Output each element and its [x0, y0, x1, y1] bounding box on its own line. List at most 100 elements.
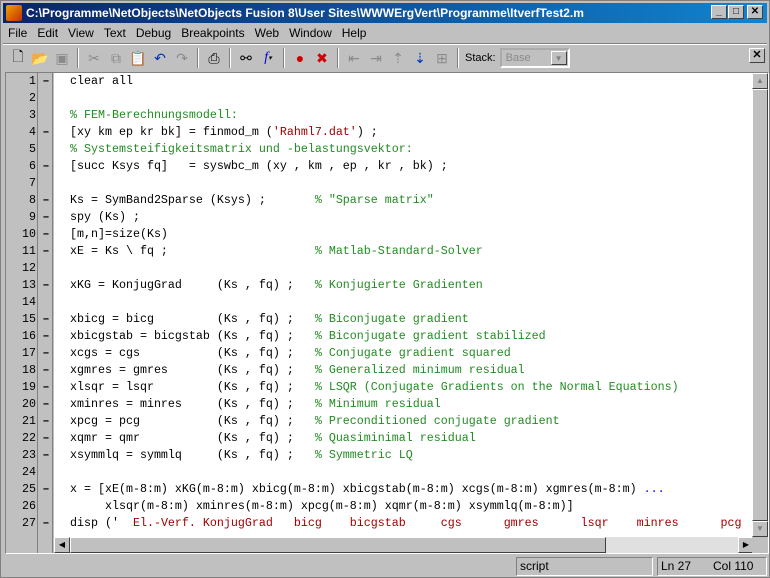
code-text: [xy km ep kr bk] = finmod_m ('Rahml7.dat…: [70, 124, 378, 141]
code-line[interactable]: 16– xbicgstab = bicgstab (Ks , fq) ; % Bi…: [6, 328, 752, 345]
print-icon[interactable]: ⎙: [203, 47, 225, 69]
code-line[interactable]: 19– xlsqr = lsqr (Ks , fq) ; % LSQR (Conj…: [6, 379, 752, 396]
breakpoint-marker[interactable]: –: [40, 243, 52, 260]
exit-debug-icon[interactable]: ⊞: [431, 47, 453, 69]
step-out-icon[interactable]: ⇡: [387, 47, 409, 69]
code-line[interactable]: 15– xbicg = bicg (Ks , fq) ; % Biconjugat…: [6, 311, 752, 328]
new-file-icon[interactable]: 🗋: [7, 47, 29, 69]
menu-window[interactable]: Window: [284, 26, 337, 40]
code-line[interactable]: 10– [m,n]=size(Ks): [6, 226, 752, 243]
code-token: x = [xE(m-8:m) xKG(m-8:m) xbicg(m-8:m) x…: [70, 482, 644, 496]
open-folder-icon[interactable]: 📂: [29, 47, 51, 69]
code-line[interactable]: 24: [6, 464, 752, 481]
code-line[interactable]: 12: [6, 260, 752, 277]
code-line[interactable]: 8– Ks = SymBand2Sparse (Ksys) ; % "Sparse…: [6, 192, 752, 209]
breakpoint-marker[interactable]: –: [40, 379, 52, 396]
redo-icon[interactable]: ↷: [171, 47, 193, 69]
save-icon[interactable]: ▣: [51, 47, 73, 69]
step-in-icon[interactable]: ⇥: [365, 47, 387, 69]
code-line[interactable]: 11– xE = Ks \ fq ; % Matlab-Standard-Solv…: [6, 243, 752, 260]
code-line[interactable]: 18– xgmres = gmres (Ks , fq) ; % Generali…: [6, 362, 752, 379]
code-line[interactable]: 7: [6, 175, 752, 192]
code-line[interactable]: 26 xlsqr(m-8:m) xminres(m-8:m) xpcg(m-8:…: [6, 498, 752, 515]
chevron-down-icon[interactable]: ▼: [550, 51, 567, 65]
horizontal-scroll-thumb[interactable]: [70, 537, 606, 553]
code-line[interactable]: 14: [6, 294, 752, 311]
toolbar-separator: [229, 48, 231, 68]
code-line[interactable]: 1– clear all: [6, 73, 752, 90]
code-editor[interactable]: 1– clear all 2 3% FEM-Berechnungsmodell: 4–[…: [5, 72, 769, 554]
set-breakpoint-icon[interactable]: ●: [289, 47, 311, 69]
breakpoint-marker[interactable]: –: [40, 192, 52, 209]
minimize-button[interactable]: _: [711, 5, 727, 19]
code-text: xpcg = pcg (Ks , fq) ; % Preconditioned …: [70, 413, 560, 430]
continue-icon[interactable]: ⇣: [409, 47, 431, 69]
code-line[interactable]: 13– xKG = KonjugGrad (Ks , fq) ; % Konjug…: [6, 277, 752, 294]
code-text: % Systemsteifigkeitsmatrix und -belastun…: [70, 141, 413, 158]
horizontal-scrollbar[interactable]: ◀ ▶: [54, 537, 754, 553]
paste-icon[interactable]: 📋: [127, 47, 149, 69]
vertical-scrollbar[interactable]: ▲ ▼: [752, 73, 768, 537]
breakpoint-marker[interactable]: –: [40, 73, 52, 90]
menu-web[interactable]: Web: [250, 26, 284, 40]
code-line[interactable]: 17– xcgs = cgs (Ks , fq) ; % Conjugate gr…: [6, 345, 752, 362]
breakpoint-marker[interactable]: –: [40, 345, 52, 362]
breakpoint-marker[interactable]: –: [40, 396, 52, 413]
line-number: 7: [29, 176, 36, 190]
clear-breakpoint-icon[interactable]: ✖: [311, 47, 333, 69]
code-line[interactable]: 9– spy (Ks) ;: [6, 209, 752, 226]
menu-breakpoints[interactable]: Breakpoints: [176, 26, 249, 40]
code-line[interactable]: 22– xqmr = qmr (Ks , fq) ; % Quasiminimal…: [6, 430, 752, 447]
code-line[interactable]: 3 % FEM-Berechnungsmodell:: [6, 107, 752, 124]
step-icon[interactable]: ⇤: [343, 47, 365, 69]
code-token: clear all: [70, 74, 133, 88]
cut-icon[interactable]: ✂: [83, 47, 105, 69]
breakpoint-marker[interactable]: –: [40, 209, 52, 226]
code-token: xbicg = bicg (Ks , fq) ;: [70, 312, 315, 326]
breakpoint-marker[interactable]: –: [40, 124, 52, 141]
code-line[interactable]: 6– [succ Ksys fq] = syswbc_m (xy , km , e…: [6, 158, 752, 175]
close-window-button[interactable]: ✕: [747, 5, 763, 19]
breakpoint-marker[interactable]: –: [40, 226, 52, 243]
code-text: xminres = minres (Ks , fq) ; % Minimum r…: [70, 396, 441, 413]
scroll-down-button[interactable]: ▼: [752, 521, 768, 537]
scroll-left-button[interactable]: ◀: [54, 537, 70, 553]
line-number: 18: [22, 363, 36, 377]
breakpoint-marker[interactable]: –: [40, 328, 52, 345]
code-line[interactable]: 20– xminres = minres (Ks , fq) ; % Minimu…: [6, 396, 752, 413]
find-binoculars-icon[interactable]: ⚯: [235, 47, 257, 69]
breakpoint-marker[interactable]: –: [40, 481, 52, 498]
code-line[interactable]: 21– xpcg = pcg (Ks , fq) ; % Precondition…: [6, 413, 752, 430]
menu-edit[interactable]: Edit: [32, 26, 63, 40]
line-number: 27: [22, 516, 36, 530]
menu-debug[interactable]: Debug: [131, 26, 176, 40]
breakpoint-marker[interactable]: –: [40, 158, 52, 175]
matlab-app-icon[interactable]: [6, 5, 22, 21]
menu-help[interactable]: Help: [337, 26, 372, 40]
close-document-button[interactable]: ✕: [749, 48, 765, 63]
stack-select[interactable]: Base ▼: [499, 48, 570, 68]
code-line[interactable]: 4– [xy km ep kr bk] = finmod_m ('Rahml7.d…: [6, 124, 752, 141]
undo-icon[interactable]: ↶: [149, 47, 171, 69]
breakpoint-marker[interactable]: –: [40, 447, 52, 464]
code-line[interactable]: 25– x = [xE(m-8:m) xKG(m-8:m) xbicg(m-8:m…: [6, 481, 752, 498]
menu-view[interactable]: View: [63, 26, 99, 40]
breakpoint-marker[interactable]: –: [40, 277, 52, 294]
maximize-button[interactable]: □: [728, 5, 744, 19]
breakpoint-marker[interactable]: –: [40, 311, 52, 328]
menu-text[interactable]: Text: [99, 26, 131, 40]
code-token: [m,n]=size(Ks): [70, 227, 168, 241]
code-line[interactable]: 2: [6, 90, 752, 107]
breakpoint-marker[interactable]: –: [40, 413, 52, 430]
code-line[interactable]: 27– disp (' El.-Verf. KonjugGrad bicg bic…: [6, 515, 752, 532]
function-f-icon[interactable]: f ▾: [257, 47, 279, 69]
breakpoint-marker[interactable]: –: [40, 515, 52, 532]
code-line[interactable]: 23– xsymmlq = symmlq (Ks , fq) ; % Symmet…: [6, 447, 752, 464]
menu-file[interactable]: File: [3, 26, 32, 40]
vertical-scroll-thumb[interactable]: [752, 89, 768, 521]
scroll-up-button[interactable]: ▲: [752, 73, 768, 89]
breakpoint-marker[interactable]: –: [40, 430, 52, 447]
copy-icon[interactable]: ⧉: [105, 47, 127, 69]
breakpoint-marker[interactable]: –: [40, 362, 52, 379]
code-line[interactable]: 5 % Systemsteifigkeitsmatrix und -belastu…: [6, 141, 752, 158]
